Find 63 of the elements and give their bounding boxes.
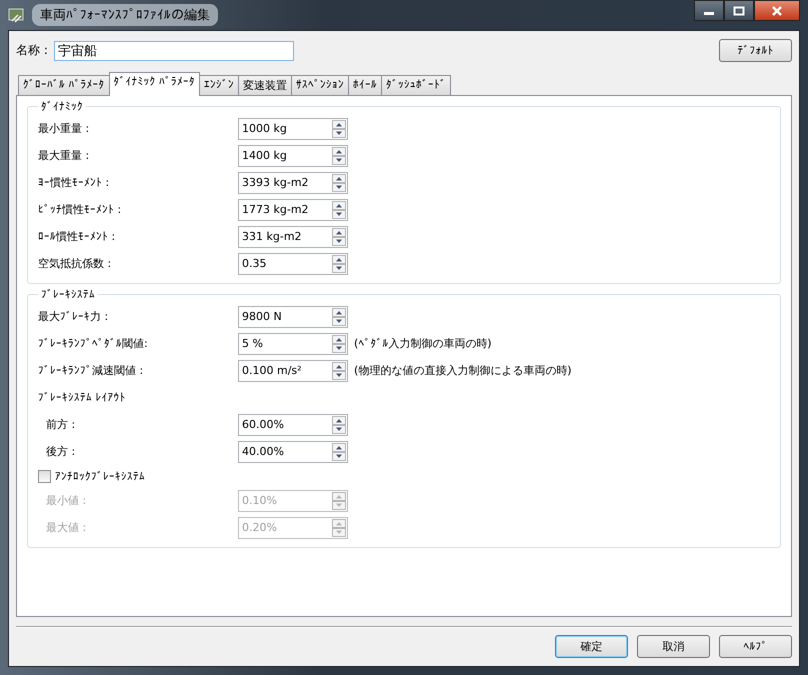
maximize-icon (733, 6, 745, 16)
spin-field[interactable]: 1773 kg-m2 (238, 198, 348, 220)
field-label: ﾌﾞﾚｰｷﾗﾝﾌﾟﾍﾟﾀﾞﾙ閾値: (38, 336, 149, 351)
field-label: 空気抵抗係数 : (38, 256, 112, 271)
spinner-arrows-icon[interactable] (332, 416, 346, 434)
close-icon (771, 6, 783, 16)
maximize-button[interactable] (724, 0, 754, 21)
spin-field[interactable]: 331 kg-m2 (238, 226, 348, 248)
spinner-arrows-icon[interactable] (332, 442, 346, 460)
field-label: 最大重量 : (38, 148, 90, 163)
spinner-arrows-icon[interactable] (332, 254, 346, 272)
tab[interactable]: 変速装置 (238, 75, 292, 95)
spinner-arrows-icon[interactable] (332, 200, 346, 218)
spinner-arrows-icon[interactable] (332, 174, 346, 192)
field-label: ﾛｰﾙ慣性ﾓｰﾒﾝﾄ : (38, 229, 116, 244)
section-label: ﾌﾞﾚｰｷｼｽﾃﾑ ﾚｲｱｳﾄ (38, 391, 126, 404)
dialog-button[interactable]: 確定 (555, 635, 628, 658)
tab[interactable]: ｴﾝｼﾞﾝ (199, 75, 239, 95)
checkbox[interactable] (38, 470, 51, 482)
tab[interactable]: ﾀﾞｯｼｭﾎﾞｰﾄﾞ (381, 75, 451, 95)
spin-field[interactable]: 3393 kg-m2 (238, 172, 348, 194)
spin-field[interactable]: 1400 kg (238, 144, 348, 166)
field-label: 最小値 : (46, 493, 88, 508)
name-field[interactable]: 宇宙船 (54, 40, 294, 60)
tab[interactable]: ﾎｲｰﾙ (348, 75, 382, 95)
spinner-arrows-icon[interactable] (332, 228, 346, 246)
minimize-icon (704, 12, 714, 14)
field-label: 最大値 : (46, 520, 88, 535)
spin-field[interactable]: 0.35 (238, 252, 348, 274)
field-label: 最大ﾌﾞﾚｰｷ力 : (38, 309, 110, 324)
field-label: 最小重量 : (38, 121, 90, 136)
app-icon (8, 7, 26, 23)
spin-field[interactable]: 0.100 m/s² (238, 360, 348, 382)
spinner-arrows-icon[interactable] (332, 362, 346, 380)
spin-field[interactable]: 40.00% (238, 440, 348, 462)
minimize-button[interactable] (694, 0, 724, 21)
dialog-button[interactable]: ﾍﾙﾌﾟ (719, 635, 792, 658)
field-note: (物理的な値の直接入力制御による車両の時) (354, 363, 572, 378)
name-label: 名称 : (16, 42, 48, 59)
group-title: ﾀﾞｲﾅﾐｯｸ (40, 100, 84, 113)
spin-field[interactable]: 9800 N (238, 306, 348, 328)
tab[interactable]: ﾀﾞｲﾅﾐｯｸ ﾊﾟﾗﾒｰﾀ (108, 72, 200, 96)
dialog-button[interactable]: 取消 (637, 635, 710, 658)
group-title: ﾌﾞﾚｰｷｼｽﾃﾑ (40, 288, 96, 301)
tab[interactable]: ｸﾞﾛｰﾊﾞﾙ ﾊﾟﾗﾒｰﾀ (18, 75, 110, 95)
spin-field[interactable]: 1000 kg (238, 118, 348, 140)
spin-field[interactable]: 60.00% (238, 414, 348, 436)
field-label: ﾌﾞﾚｰｷﾗﾝﾌﾟ減速閾値 : (38, 363, 144, 378)
default-button[interactable]: ﾃﾞﾌｫﾙﾄ (719, 39, 792, 62)
spinner-arrows-icon[interactable] (332, 146, 346, 164)
field-label: 前方 : (46, 417, 76, 432)
window-title: 車両ﾊﾟﾌｫｰﾏﾝｽﾌﾟﾛﾌｧｲﾙの編集 (32, 4, 218, 26)
spinner-arrows-icon[interactable] (332, 334, 346, 352)
field-label: ﾖｰ慣性ﾓｰﾒﾝﾄ : (38, 175, 110, 190)
field-label: 後方 : (46, 444, 76, 459)
checkbox-label[interactable]: ｱﾝﾁﾛｯｸﾌﾞﾚｰｷｼｽﾃﾑ (55, 470, 145, 482)
close-button[interactable] (754, 0, 800, 21)
spin-field[interactable]: 5 % (238, 332, 348, 354)
tab[interactable]: ｻｽﾍﾟﾝｼｮﾝ (291, 75, 349, 95)
field-note: (ﾍﾟﾀﾞﾙ入力制御の車両の時) (354, 336, 492, 351)
spinner-arrows-icon[interactable] (332, 308, 346, 326)
field-label: ﾋﾟｯﾁ慣性ﾓｰﾒﾝﾄ : (38, 202, 122, 217)
spinner-arrows-icon[interactable] (332, 120, 346, 138)
